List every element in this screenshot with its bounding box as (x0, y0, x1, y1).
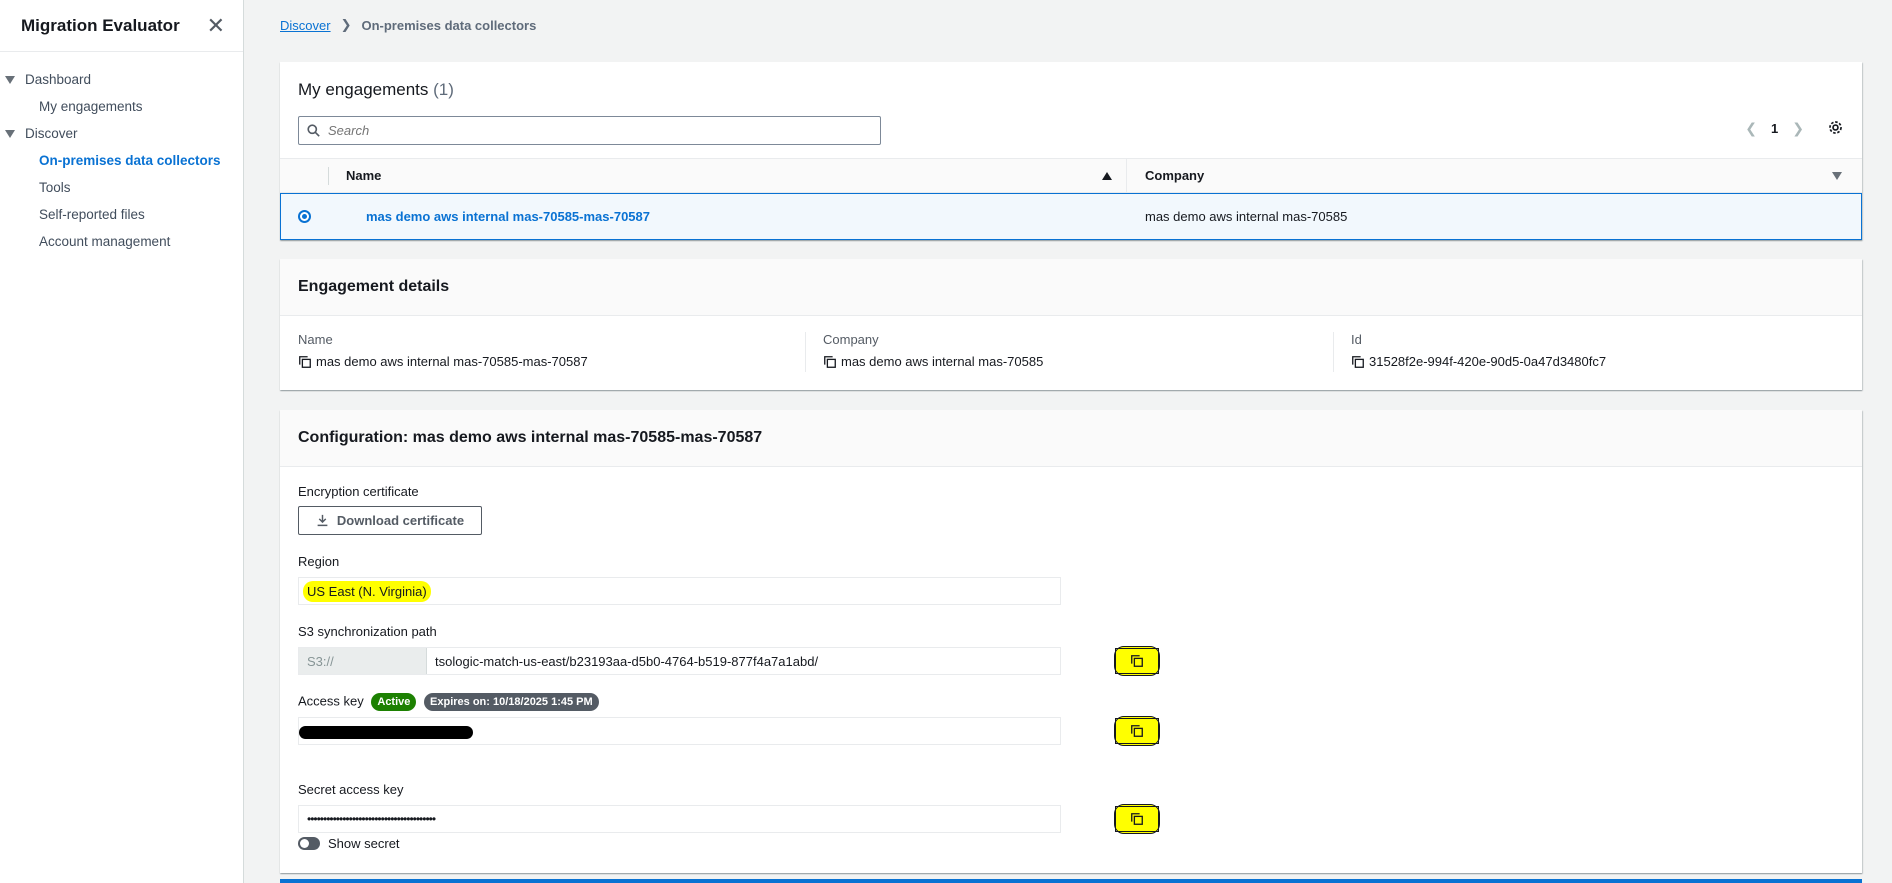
expiry-badge: Expires on: 10/18/2025 1:45 PM (424, 693, 599, 711)
redacted-access-key (299, 726, 473, 739)
page-number[interactable]: 1 (1771, 121, 1778, 136)
column-divider (1333, 332, 1334, 372)
region-label: Region (298, 554, 340, 569)
sidebar-item-tools[interactable]: Tools (0, 174, 243, 201)
engagements-panel: My engagements (1) ❮ 1 ❯ Name Company (280, 62, 1862, 240)
side-navigation: Migration Evaluator ✕ Dashboard My engag… (0, 0, 244, 883)
show-secret-toggle[interactable]: Show secret (298, 836, 400, 851)
region-value: US East (N. Virginia) (303, 580, 431, 602)
detail-name: Name mas demo aws internal mas-70585-mas… (298, 332, 588, 369)
panel-title: My engagements (1) (298, 80, 454, 100)
detail-id-label: Id (1351, 332, 1362, 347)
engagement-details-panel: Engagement details Name mas demo aws int… (280, 259, 1862, 390)
copy-icon[interactable] (823, 355, 837, 369)
previous-page-icon[interactable]: ❮ (1745, 120, 1757, 137)
s3-prefix: S3:// (299, 648, 427, 674)
detail-id-value: 31528f2e-994f-420e-90d5-0a47d3480fc7 (1351, 354, 1606, 369)
detail-id: Id 31528f2e-994f-420e-90d5-0a47d3480fc7 (1351, 332, 1606, 369)
copy-button-frame (1115, 718, 1159, 744)
secret-access-key-field: •••••••••••••••••••••••••••••••••••••••• (298, 805, 1061, 833)
copy-access-key-button[interactable] (1114, 716, 1160, 746)
search-icon (307, 124, 320, 137)
breadcrumb-discover[interactable]: Discover (280, 18, 331, 33)
column-header-company[interactable]: Company (1126, 159, 1856, 192)
download-certificate-label: Download certificate (336, 513, 465, 528)
chevron-right-icon: ❯ (340, 17, 352, 32)
copy-icon[interactable] (1351, 355, 1365, 369)
copy-button-frame (1115, 648, 1159, 674)
breadcrumb: Discover ❯ On-premises data collectors (280, 17, 536, 33)
copy-icon (1131, 655, 1143, 667)
table-header: Name Company (280, 158, 1862, 193)
close-icon[interactable]: ✕ (207, 14, 225, 37)
detail-company-text: mas demo aws internal mas-70585 (841, 354, 1044, 369)
sidebar-item-on-premises-data-collectors[interactable]: On-premises data collectors (0, 147, 243, 174)
region-field: US East (N. Virginia) (298, 577, 1061, 605)
copy-icon (1131, 813, 1143, 825)
sidebar-item-my-engagements[interactable]: My engagements (0, 93, 243, 120)
detail-id-text: 31528f2e-994f-420e-90d5-0a47d3480fc7 (1369, 354, 1607, 369)
column-divider (805, 332, 806, 372)
download-icon (317, 514, 328, 527)
copy-secret-key-button[interactable] (1114, 804, 1160, 834)
configuration-panel: Configuration: mas demo aws internal mas… (280, 410, 1862, 873)
column-header-name[interactable]: Name (346, 159, 1126, 192)
detail-name-label: Name (298, 332, 333, 347)
sidebar-group-discover[interactable]: Discover (0, 120, 243, 147)
sidebar-group-label: Discover (25, 126, 78, 141)
column-divider (328, 167, 329, 185)
column-name-label: Name (346, 168, 382, 183)
engagements-title: My engagements (298, 80, 429, 99)
secret-masked-value: •••••••••••••••••••••••••••••••••••••••• (307, 812, 436, 826)
engagement-name-link[interactable]: mas demo aws internal mas-70585-mas-7058… (366, 209, 650, 224)
secret-access-key-label: Secret access key (298, 782, 404, 797)
breadcrumb-current: On-premises data collectors (361, 17, 537, 33)
caret-down-icon (5, 75, 15, 84)
toggle-switch[interactable] (298, 837, 320, 850)
copy-button-frame (1115, 806, 1159, 832)
gear-icon[interactable] (1827, 119, 1844, 136)
app-title: Migration Evaluator (21, 15, 180, 35)
engagements-count: (1) (433, 80, 454, 99)
download-certificate-button[interactable]: Download certificate (298, 506, 482, 535)
sidebar-item-account-management[interactable]: Account management (0, 228, 243, 255)
configuration-title: Configuration: mas demo aws internal mas… (280, 410, 1862, 467)
next-page-icon[interactable]: ❯ (1792, 120, 1804, 137)
detail-company-value: mas demo aws internal mas-70585 (823, 354, 1043, 369)
next-panel-edge (280, 879, 1862, 883)
show-secret-label: Show secret (328, 836, 400, 851)
sidebar-group-dashboard[interactable]: Dashboard (0, 66, 243, 93)
sidebar-group-label: Dashboard (25, 72, 92, 87)
pagination: ❮ 1 ❯ (1745, 120, 1804, 137)
sidebar-header: Migration Evaluator ✕ (0, 0, 243, 52)
caret-down-icon (5, 129, 15, 138)
detail-name-text: mas demo aws internal mas-70585-mas-7058… (316, 354, 588, 369)
access-key-label-row: Access key Active Expires on: 10/18/2025… (298, 693, 599, 711)
column-company-label: Company (1145, 168, 1205, 183)
search-box (298, 116, 881, 145)
sort-descending-icon (1832, 171, 1842, 180)
s3-path-label: S3 synchronization path (298, 624, 437, 639)
sort-ascending-icon (1102, 171, 1112, 180)
row-select-radio[interactable] (298, 210, 311, 223)
main-content: Discover ❯ On-premises data collectors M… (244, 0, 1892, 883)
s3-path-value: tsologic-match-us-east/b23193aa-d5b0-476… (435, 653, 819, 669)
sidebar-nav: Dashboard My engagements Discover On-pre… (0, 52, 243, 255)
details-title: Engagement details (280, 259, 1862, 316)
detail-company: Company mas demo aws internal mas-70585 (823, 332, 1043, 369)
encryption-certificate-label: Encryption certificate (298, 484, 419, 499)
s3-path-field: S3:// tsologic-match-us-east/b23193aa-d5… (298, 647, 1061, 675)
access-key-field (298, 717, 1061, 745)
status-badge-active: Active (371, 693, 417, 711)
copy-s3-path-button[interactable] (1114, 646, 1160, 676)
access-key-label: Access key (298, 693, 364, 709)
sidebar-item-self-reported-files[interactable]: Self-reported files (0, 201, 243, 228)
search-input[interactable] (328, 123, 868, 138)
engagement-company: mas demo aws internal mas-70585 (1145, 209, 1348, 224)
copy-icon[interactable] (298, 355, 312, 369)
copy-icon (1131, 725, 1143, 737)
table-row[interactable]: mas demo aws internal mas-70585-mas-7058… (280, 193, 1862, 240)
detail-company-label: Company (823, 332, 879, 347)
detail-name-value: mas demo aws internal mas-70585-mas-7058… (298, 354, 588, 369)
